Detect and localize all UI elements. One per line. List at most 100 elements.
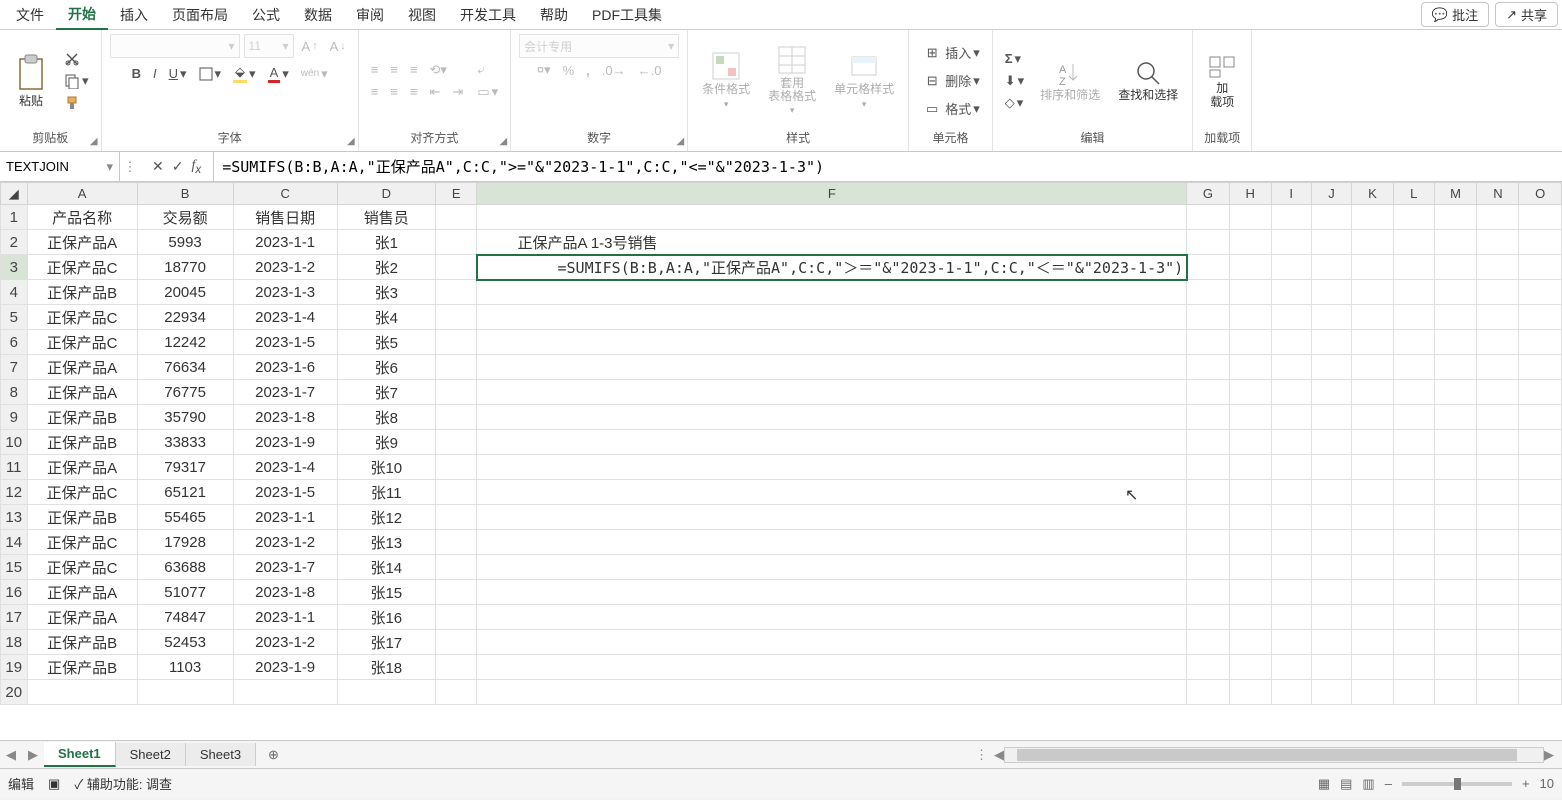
view-normal[interactable]: ▦ <box>1318 776 1330 792</box>
cell-L9[interactable] <box>1393 405 1434 430</box>
cell-A7[interactable]: 正保产品A <box>27 355 137 380</box>
cell-H8[interactable] <box>1229 380 1271 405</box>
cell-M16[interactable] <box>1434 580 1477 605</box>
menu-dev[interactable]: 开发工具 <box>448 1 528 29</box>
menu-insert[interactable]: 插入 <box>108 1 160 29</box>
cell-I3[interactable] <box>1271 255 1311 280</box>
cell-I14[interactable] <box>1271 530 1311 555</box>
menu-pdf[interactable]: PDF工具集 <box>580 1 674 29</box>
col-header-O[interactable]: O <box>1519 183 1562 205</box>
cell-J16[interactable] <box>1311 580 1351 605</box>
menu-formula[interactable]: 公式 <box>240 1 292 29</box>
cell-F6[interactable] <box>477 330 1187 355</box>
col-header-B[interactable]: B <box>137 183 233 205</box>
cell-G5[interactable] <box>1187 305 1229 330</box>
cell-C13[interactable]: 2023-1-1 <box>233 505 337 530</box>
cell-N11[interactable] <box>1477 455 1519 480</box>
cell-D1[interactable]: 销售员 <box>337 205 435 230</box>
row-header-14[interactable]: 14 <box>1 530 28 555</box>
col-header-N[interactable]: N <box>1477 183 1519 205</box>
cell-E3[interactable] <box>435 255 477 280</box>
col-header-I[interactable]: I <box>1271 183 1311 205</box>
cell-E16[interactable] <box>435 580 477 605</box>
row-header-9[interactable]: 9 <box>1 405 28 430</box>
cell-O6[interactable] <box>1519 330 1562 355</box>
table-format-button[interactable]: 套用 表格格式▾ <box>762 43 822 118</box>
cell-O15[interactable] <box>1519 555 1562 580</box>
cell-F16[interactable] <box>477 580 1187 605</box>
cell-M11[interactable] <box>1434 455 1477 480</box>
menu-file[interactable]: 文件 <box>4 1 56 29</box>
cell-A12[interactable]: 正保产品C <box>27 480 137 505</box>
cell-H4[interactable] <box>1229 280 1271 305</box>
cell-B7[interactable]: 76634 <box>137 355 233 380</box>
number-format-combo[interactable]: 会计专用▾ <box>519 34 679 58</box>
cell-M14[interactable] <box>1434 530 1477 555</box>
cell-N13[interactable] <box>1477 505 1519 530</box>
cell-N1[interactable] <box>1477 205 1519 230</box>
cell-C16[interactable]: 2023-1-8 <box>233 580 337 605</box>
cell-D12[interactable]: 张11 <box>337 480 435 505</box>
cell-F13[interactable] <box>477 505 1187 530</box>
cell-M5[interactable] <box>1434 305 1477 330</box>
cell-L6[interactable] <box>1393 330 1434 355</box>
cell-I8[interactable] <box>1271 380 1311 405</box>
cell-A16[interactable]: 正保产品A <box>27 580 137 605</box>
cell-F20[interactable] <box>477 680 1187 705</box>
addins-button[interactable]: 加 载项 <box>1201 50 1243 110</box>
row-header-5[interactable]: 5 <box>1 305 28 330</box>
cell-E15[interactable] <box>435 555 477 580</box>
cell-L17[interactable] <box>1393 605 1434 630</box>
cell-O18[interactable] <box>1519 630 1562 655</box>
cell-J5[interactable] <box>1311 305 1351 330</box>
cell-C6[interactable]: 2023-1-5 <box>233 330 337 355</box>
cell-D3[interactable]: 张2 <box>337 255 435 280</box>
cell-F3[interactable]: =SUMIFS(B:B,A:A,"正保产品A",C:C,"＞＝"&"2023-1… <box>477 255 1187 280</box>
align-center[interactable]: ≡ <box>386 82 402 101</box>
cell-E17[interactable] <box>435 605 477 630</box>
cell-C19[interactable]: 2023-1-9 <box>233 655 337 680</box>
cell-E14[interactable] <box>435 530 477 555</box>
cell-N17[interactable] <box>1477 605 1519 630</box>
cell-L7[interactable] <box>1393 355 1434 380</box>
cell-O17[interactable] <box>1519 605 1562 630</box>
cell-B15[interactable]: 63688 <box>137 555 233 580</box>
cell-M13[interactable] <box>1434 505 1477 530</box>
col-header-E[interactable]: E <box>435 183 477 205</box>
cell-K16[interactable] <box>1352 580 1394 605</box>
cell-H13[interactable] <box>1229 505 1271 530</box>
cell-D15[interactable]: 张14 <box>337 555 435 580</box>
row-header-19[interactable]: 19 <box>1 655 28 680</box>
cell-J14[interactable] <box>1311 530 1351 555</box>
cell-E20[interactable] <box>435 680 477 705</box>
row-header-6[interactable]: 6 <box>1 330 28 355</box>
cell-I15[interactable] <box>1271 555 1311 580</box>
cell-C12[interactable]: 2023-1-5 <box>233 480 337 505</box>
cond-format-button[interactable]: 条件格式▾ <box>696 49 756 111</box>
cell-M18[interactable] <box>1434 630 1477 655</box>
cell-C4[interactable]: 2023-1-3 <box>233 280 337 305</box>
cell-J17[interactable] <box>1311 605 1351 630</box>
cell-B9[interactable]: 35790 <box>137 405 233 430</box>
cell-A19[interactable]: 正保产品B <box>27 655 137 680</box>
tab-nav-next[interactable]: ▶ <box>22 747 44 763</box>
shrink-font[interactable]: A↓ <box>326 37 350 56</box>
cell-O4[interactable] <box>1519 280 1562 305</box>
cell-I19[interactable] <box>1271 655 1311 680</box>
cell-O8[interactable] <box>1519 380 1562 405</box>
dec-decimal[interactable]: ←.0 <box>634 61 666 80</box>
cell-J2[interactable] <box>1311 230 1351 255</box>
clipboard-launcher[interactable]: ◢ <box>90 136 98 147</box>
cell-F18[interactable] <box>477 630 1187 655</box>
cell-B11[interactable]: 79317 <box>137 455 233 480</box>
cell-O2[interactable] <box>1519 230 1562 255</box>
cell-F14[interactable] <box>477 530 1187 555</box>
cell-J10[interactable] <box>1311 430 1351 455</box>
cell-L1[interactable] <box>1393 205 1434 230</box>
cell-J1[interactable] <box>1311 205 1351 230</box>
find-select-button[interactable]: 查找和选择 <box>1112 57 1184 104</box>
cell-M10[interactable] <box>1434 430 1477 455</box>
align-middle[interactable]: ≡ <box>386 60 402 79</box>
row-header-10[interactable]: 10 <box>1 430 28 455</box>
cell-A2[interactable]: 正保产品A <box>27 230 137 255</box>
